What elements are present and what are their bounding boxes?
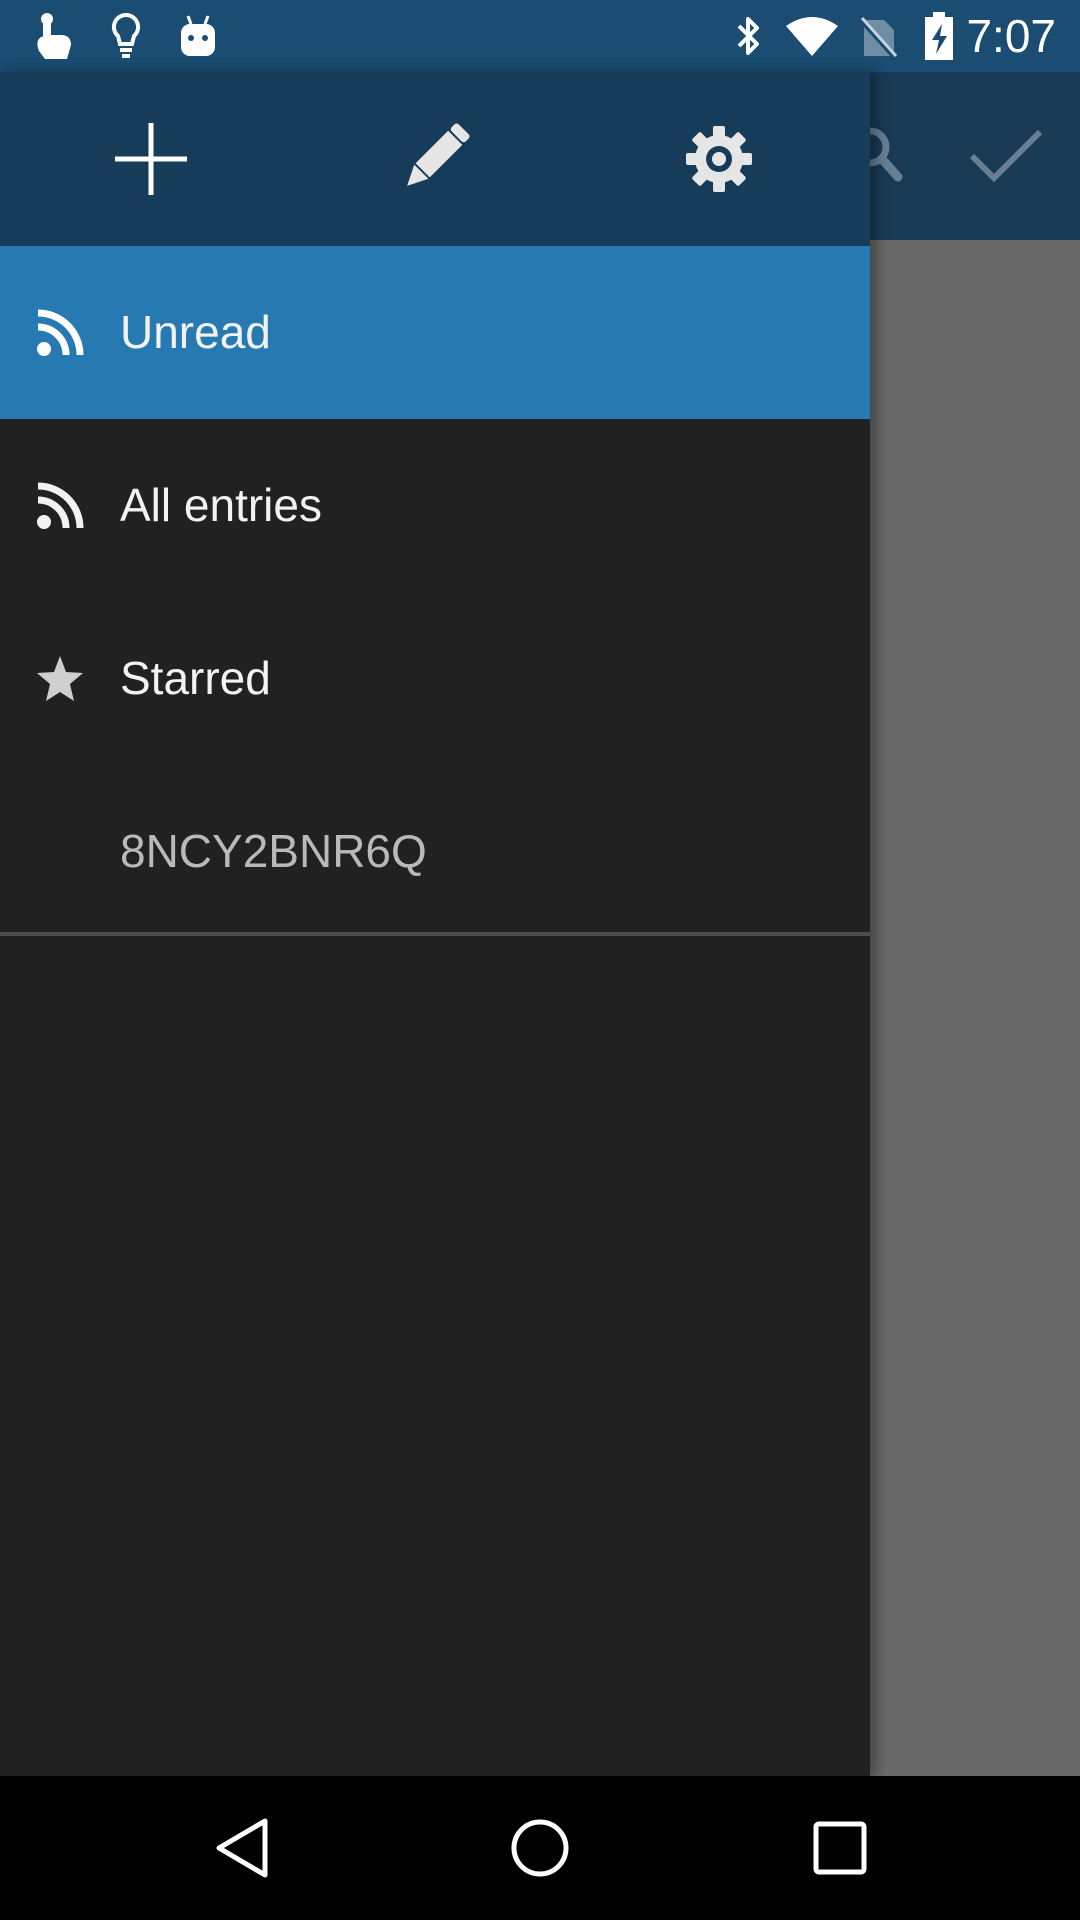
android-icon <box>176 0 220 72</box>
drawer-item-starred[interactable]: Starred <box>0 592 870 765</box>
drawer-item-unread[interactable]: Unread <box>0 246 870 419</box>
drawer-item-all-entries[interactable]: All entries <box>0 419 870 592</box>
drawer-header <box>0 72 870 246</box>
touch-icon <box>28 0 78 72</box>
battery-charging-icon <box>920 0 958 72</box>
status-bar: 7:07 <box>0 0 1080 72</box>
drawer-item-label: 8NCY2BNR6Q <box>120 825 427 877</box>
bluetooth-icon <box>728 0 768 72</box>
rss-icon <box>32 419 88 592</box>
lightbulb-icon <box>106 0 146 72</box>
check-icon[interactable] <box>966 72 1046 240</box>
drawer-item-label: Starred <box>120 652 271 704</box>
status-time: 7:07 <box>966 10 1056 62</box>
settings-icon[interactable] <box>659 72 779 246</box>
system-nav-bar <box>0 1776 1080 1920</box>
add-icon[interactable] <box>91 72 211 246</box>
drawer-item-feed[interactable]: 8NCY2BNR6Q <box>0 765 870 938</box>
no-sim-icon <box>856 0 900 72</box>
recents-icon[interactable] <box>770 1776 910 1920</box>
star-icon <box>32 592 88 765</box>
wifi-icon <box>782 0 842 72</box>
drawer-item-label: Unread <box>120 306 271 358</box>
rss-icon <box>32 246 88 419</box>
navigation-drawer: Unread All entries Starred 8NCY2BNR6Q <box>0 72 870 1776</box>
drawer-item-label: All entries <box>120 479 322 531</box>
pencil-icon[interactable] <box>374 72 494 246</box>
back-icon[interactable] <box>172 1776 312 1920</box>
home-icon[interactable] <box>470 1776 610 1920</box>
drawer-divider <box>0 932 870 936</box>
